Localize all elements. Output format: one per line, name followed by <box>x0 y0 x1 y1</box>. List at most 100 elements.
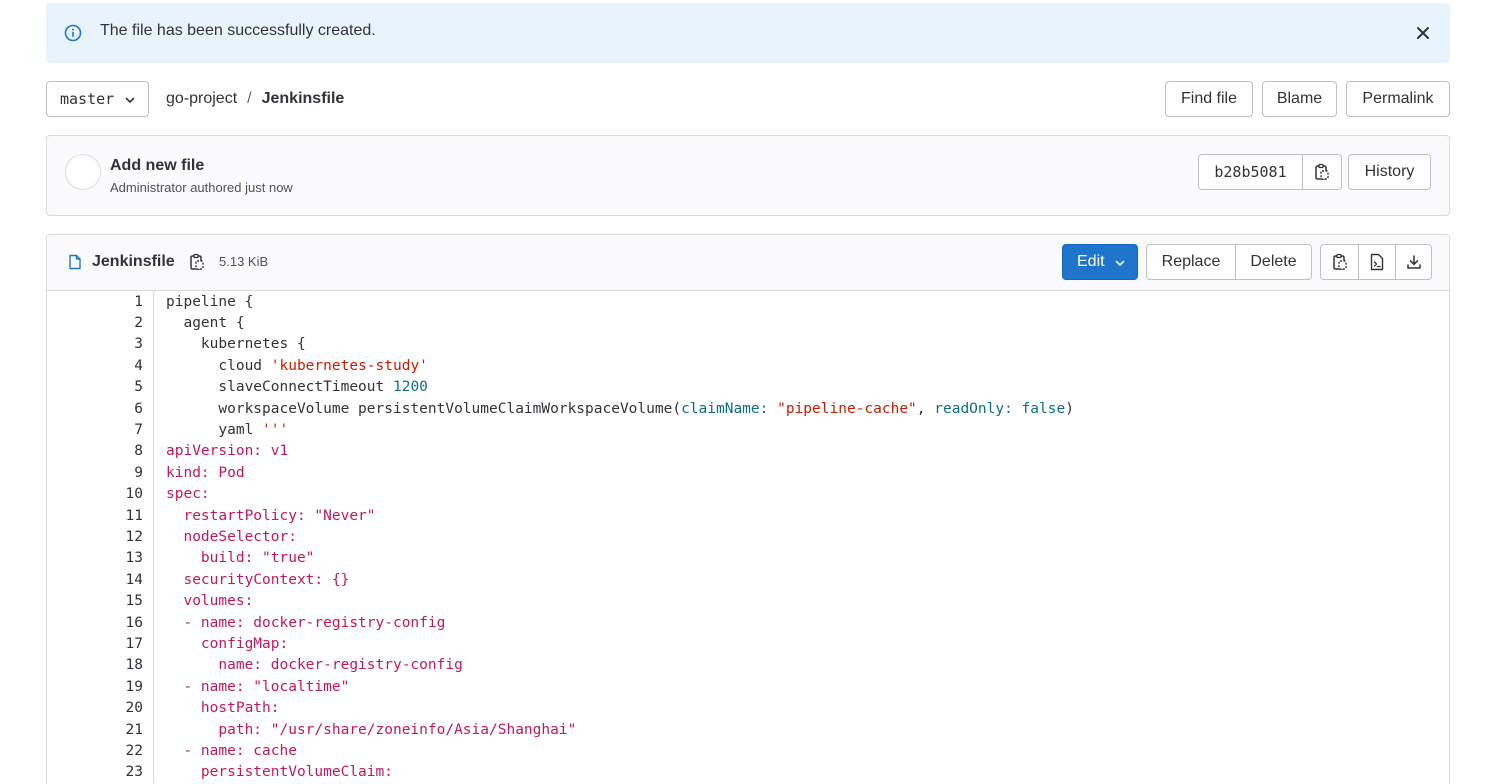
last-commit-panel: Add new file Administrator authored just… <box>46 135 1450 216</box>
commit-sha-group: b28b5081 <box>1198 154 1342 190</box>
clipboard-icon <box>1332 253 1347 270</box>
file-tools-group <box>1320 244 1432 280</box>
line-number[interactable]: 10 <box>47 483 154 505</box>
line-content: - name: docker-registry-config <box>154 615 445 631</box>
line-number[interactable]: 20 <box>47 697 154 719</box>
download-button[interactable] <box>1395 245 1431 279</box>
find-file-button[interactable]: Find file <box>1165 81 1253 117</box>
line-content: volumes: <box>154 593 253 609</box>
code-line: 11 restartPolicy: "Never" <box>47 504 1449 527</box>
line-number[interactable]: 1 <box>47 291 154 313</box>
line-content: slaveConnectTimeout 1200 <box>154 379 428 395</box>
code-line: 18 name: docker-registry-config <box>47 654 1449 677</box>
line-content: spec: <box>154 486 210 502</box>
commit-title[interactable]: Add new file <box>110 157 204 175</box>
breadcrumb-project-link[interactable]: go-project <box>166 90 237 108</box>
code-token: ) <box>1065 400 1074 417</box>
line-number[interactable]: 6 <box>47 397 154 420</box>
code-line: 13 build: "true" <box>47 547 1449 570</box>
line-number[interactable]: 2 <box>47 312 154 334</box>
code-line: 8 apiVersion: v1 <box>47 440 1449 463</box>
success-alert: The file has been successfully created. <box>46 3 1450 63</box>
copy-contents-button[interactable] <box>1321 245 1358 279</box>
code-line: 7 yaml ''' <box>47 419 1449 441</box>
code-token: slaveConnectTimeout <box>166 379 393 396</box>
line-number[interactable]: 15 <box>47 590 154 612</box>
code-line: 15 volumes: <box>47 590 1449 612</box>
line-number[interactable]: 23 <box>47 761 154 783</box>
replace-button[interactable]: Replace <box>1147 245 1235 279</box>
line-number[interactable]: 12 <box>47 526 154 548</box>
code-line: 20 hostPath: <box>47 697 1449 719</box>
history-button[interactable]: History <box>1348 154 1431 190</box>
permalink-button[interactable]: Permalink <box>1346 81 1450 117</box>
code-token: 'kubernetes-study' <box>270 357 428 374</box>
delete-button[interactable]: Delete <box>1235 245 1311 279</box>
line-number[interactable]: 8 <box>47 440 154 463</box>
line-number[interactable]: 9 <box>47 462 154 484</box>
line-content: yaml ''' <box>154 422 288 438</box>
avatar[interactable] <box>65 154 101 190</box>
line-number[interactable]: 21 <box>47 718 154 741</box>
code-line: 12 nodeSelector: <box>47 526 1449 548</box>
code-token: , <box>916 400 935 417</box>
line-number[interactable]: 5 <box>47 376 154 398</box>
line-content: agent { <box>154 315 244 331</box>
line-number[interactable]: 13 <box>47 547 154 570</box>
code-content: 1 pipeline {2 agent {3 kubernetes {4 clou… <box>47 291 1449 783</box>
line-content: path: "/usr/share/zoneinfo/Asia/Shanghai… <box>154 722 576 738</box>
code-token: kind: Pod <box>166 464 245 481</box>
copy-file-path-icon[interactable] <box>188 253 206 271</box>
code-token: configMap: <box>166 635 289 652</box>
edit-button[interactable]: Edit <box>1062 244 1138 280</box>
code-token: "pipeline-cache" <box>777 400 917 417</box>
close-icon[interactable] <box>1414 24 1432 42</box>
line-number[interactable]: 7 <box>47 419 154 441</box>
file-name: Jenkinsfile <box>92 253 175 270</box>
code-token: hostPath: <box>166 700 280 717</box>
chevron-down-icon <box>1115 260 1125 266</box>
info-icon <box>64 24 82 42</box>
line-content: - name: "localtime" <box>154 679 349 695</box>
line-number[interactable]: 19 <box>47 676 154 698</box>
code-line: 10 spec: <box>47 483 1449 505</box>
copy-sha-button[interactable] <box>1303 155 1341 189</box>
clipboard-icon <box>1315 163 1329 180</box>
code-line: 5 slaveConnectTimeout 1200 <box>47 376 1449 398</box>
code-token: pipeline { <box>166 293 254 310</box>
line-number[interactable]: 16 <box>47 611 154 634</box>
code-token: volumes: <box>166 593 254 610</box>
code-token: nodeSelector: <box>166 528 297 545</box>
edit-button-label: Edit <box>1077 253 1105 270</box>
blame-button[interactable]: Blame <box>1262 81 1337 117</box>
code-token: persistentVolumeClaim: <box>166 764 393 781</box>
code-token: readOnly: <box>934 400 1013 417</box>
line-content: - name: cache <box>154 743 297 759</box>
branch-name: master <box>60 90 115 108</box>
line-content: configMap: <box>154 636 288 652</box>
line-number[interactable]: 4 <box>47 355 154 377</box>
line-content: name: docker-registry-config <box>154 657 462 673</box>
code-line: 9 kind: Pod <box>47 462 1449 484</box>
line-number[interactable]: 17 <box>47 633 154 655</box>
line-content: apiVersion: v1 <box>154 443 288 459</box>
line-content: workspaceVolume persistentVolumeClaimWor… <box>154 401 1074 417</box>
line-number[interactable]: 14 <box>47 569 154 591</box>
line-number[interactable]: 3 <box>47 333 154 356</box>
code-line: 4 cloud 'kubernetes-study' <box>47 355 1449 377</box>
code-line: 6 workspaceVolume persistentVolumeClaimW… <box>47 397 1449 420</box>
line-number[interactable]: 18 <box>47 654 154 677</box>
code-token: ''' <box>262 422 289 439</box>
code-token: restartPolicy: "Never" <box>166 507 376 524</box>
line-number[interactable]: 11 <box>47 504 154 527</box>
line-content: kind: Pod <box>154 465 245 481</box>
breadcrumb-file[interactable]: Jenkinsfile <box>262 90 345 108</box>
commit-sha[interactable]: b28b5081 <box>1199 155 1303 189</box>
branch-selector[interactable]: master <box>46 81 149 117</box>
line-number[interactable]: 22 <box>47 740 154 762</box>
line-content: cloud 'kubernetes-study' <box>154 358 428 374</box>
open-raw-button[interactable] <box>1358 245 1395 279</box>
file-size: 5.13 KiB <box>219 254 269 269</box>
code-line: 17 configMap: <box>47 633 1449 655</box>
